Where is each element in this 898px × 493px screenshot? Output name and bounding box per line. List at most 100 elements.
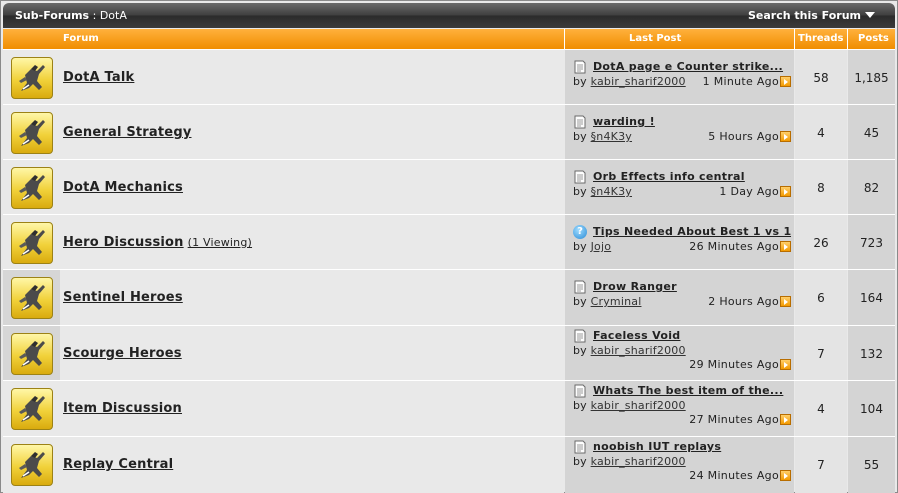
last-post-by: by Cryminal <box>573 295 641 308</box>
forum-title-link[interactable]: Replay Central <box>63 457 177 472</box>
last-post-author-line: by Jojo 26 Minutes Ago <box>573 240 791 254</box>
post-count: 45 <box>863 126 880 140</box>
posts-cell: 55 <box>848 437 895 493</box>
forum-title-cell: DotA Mechanics <box>60 160 564 215</box>
forum-status-icon[interactable] <box>11 277 53 319</box>
forum-status-icon[interactable] <box>11 167 53 209</box>
forum-title[interactable]: Replay Central <box>63 457 173 472</box>
last-post-user-link[interactable]: §n4K3y <box>591 185 632 198</box>
last-post-title-link[interactable]: Drow Ranger <box>593 280 677 293</box>
forum-status-icon[interactable] <box>11 444 53 486</box>
last-post-title-link[interactable]: warding ! <box>593 115 655 128</box>
last-post-by: by §n4K3y <box>573 185 632 198</box>
forum-title[interactable]: General Strategy <box>63 125 192 140</box>
forum-title-link[interactable]: Hero Discussion (1 Viewing) <box>63 235 252 250</box>
go-to-last-post-icon[interactable] <box>780 470 791 481</box>
last-post-title-link[interactable]: Faceless Void <box>593 329 680 342</box>
soldier-icon <box>19 65 45 91</box>
forum-title-link[interactable]: DotA Mechanics <box>63 180 187 195</box>
go-to-last-post-icon[interactable] <box>780 186 791 197</box>
forum-title[interactable]: Hero Discussion <box>63 235 184 250</box>
forum-title-cell: Scourge Heroes <box>60 326 564 381</box>
forum-title-cell: DotA Talk <box>60 50 564 105</box>
last-post-user-link[interactable]: kabir_sharif2000 <box>591 399 686 412</box>
forum-status-icon[interactable] <box>11 112 53 154</box>
last-post-by: by kabir_sharif2000 <box>573 399 686 412</box>
soldier-icon <box>19 341 45 367</box>
forum-title-cell: Item Discussion <box>60 381 564 437</box>
last-post-title-link[interactable]: Whats The best item of the... <box>593 384 783 397</box>
last-post-title-line: Whats The best item of the... <box>573 384 791 399</box>
posts-cell: 104 <box>848 381 895 437</box>
search-forum-button[interactable]: Search this Forum <box>748 9 875 22</box>
go-to-last-post-icon[interactable] <box>780 241 791 252</box>
last-post-time: 1 Minute Ago <box>702 75 779 88</box>
thread-count: 7 <box>817 347 825 361</box>
forum-status-icon[interactable] <box>11 388 53 430</box>
forum-row: Item Discussion Whats The best item of th… <box>3 380 895 437</box>
last-post-title-link[interactable]: Tips Needed About Best 1 vs 1 <box>593 225 791 238</box>
go-to-last-post-icon[interactable] <box>780 414 791 425</box>
column-header-threads: Threads <box>798 33 844 44</box>
forum-status-icon[interactable] <box>11 333 53 375</box>
forum-title-link[interactable]: General Strategy <box>63 125 196 140</box>
forum-icon-cell <box>3 270 60 326</box>
last-post-title-line: warding ! <box>573 115 791 130</box>
last-post-title-line: Orb Effects info central <box>573 170 791 185</box>
last-post-user-link[interactable]: Cryminal <box>591 295 642 308</box>
last-post-cell: Orb Effects info central by §n4K3y 1 Day A… <box>565 160 794 215</box>
posts-cell: 164 <box>848 270 895 326</box>
last-post-user-link[interactable]: Jojo <box>591 240 612 253</box>
threads-cell: 4 <box>795 105 847 160</box>
forum-title[interactable]: DotA Talk <box>63 70 134 85</box>
threads-cell: 8 <box>795 160 847 215</box>
forum-title-link[interactable]: DotA Talk <box>63 70 138 85</box>
go-to-last-post-icon[interactable] <box>780 131 791 142</box>
forum-title-link[interactable]: Scourge Heroes <box>63 346 186 361</box>
go-to-last-post-icon[interactable] <box>780 359 791 370</box>
soldier-icon <box>19 285 45 311</box>
dropdown-arrow-icon <box>865 12 875 18</box>
forum-status-icon[interactable] <box>11 222 53 264</box>
last-post-title-link[interactable]: DotA page e Counter strike... <box>593 60 783 73</box>
forum-row: DotA Mechanics Orb Effects info central by… <box>3 159 895 215</box>
forum-icon-cell <box>3 326 60 381</box>
last-post-user-link[interactable]: §n4K3y <box>591 130 632 143</box>
forum-title[interactable]: Sentinel Heroes <box>63 290 183 305</box>
column-header-row: Forum Last Post Threads Posts <box>3 29 895 49</box>
post-count: 1,185 <box>854 71 889 85</box>
go-to-last-post-icon[interactable] <box>780 76 791 87</box>
post-count: 82 <box>863 181 880 195</box>
post-count: 164 <box>860 291 883 305</box>
forum-title[interactable]: Item Discussion <box>63 401 182 416</box>
search-forum-label: Search this Forum <box>748 9 861 22</box>
last-post-cell: DotA page e Counter strike... by kabir_sh… <box>565 50 794 105</box>
last-post-time-line: 24 Minutes Ago <box>573 469 791 483</box>
breadcrumb-section: Sub-Forums <box>15 9 90 22</box>
forum-title-link[interactable]: Sentinel Heroes <box>63 290 187 305</box>
last-post-title-line: DotA page e Counter strike... <box>573 60 791 75</box>
go-to-last-post-icon[interactable] <box>780 296 791 307</box>
last-post-user-link[interactable]: kabir_sharif2000 <box>591 455 686 468</box>
subforum-header-bar: Sub-Forums : DotA Search this Forum <box>3 3 895 28</box>
last-post-title-link[interactable]: noobish IUT replays <box>593 440 721 453</box>
post-count: 723 <box>860 236 883 250</box>
thread-count: 7 <box>817 458 825 472</box>
forum-status-icon[interactable] <box>11 57 53 99</box>
posts-cell: 45 <box>848 105 895 160</box>
forum-title[interactable]: DotA Mechanics <box>63 180 183 195</box>
soldier-icon <box>19 452 45 478</box>
last-post-cell: warding ! by §n4K3y 5 Hours Ago <box>565 105 794 160</box>
forum-row: General Strategy warding ! by §n4K3y 5 Hour… <box>3 104 895 160</box>
last-post-user-link[interactable]: kabir_sharif2000 <box>591 75 686 88</box>
last-post-title-link[interactable]: Orb Effects info central <box>593 170 745 183</box>
last-post-user-link[interactable]: kabir_sharif2000 <box>591 344 686 357</box>
post-count: 104 <box>860 402 883 416</box>
forum-title-link[interactable]: Item Discussion <box>63 401 186 416</box>
forum-title[interactable]: Scourge Heroes <box>63 346 182 361</box>
by-label: by <box>573 130 587 143</box>
document-icon <box>574 115 586 129</box>
threads-cell: 58 <box>795 50 847 105</box>
last-post-title-line: noobish IUT replays <box>573 440 791 455</box>
breadcrumb-separator: : <box>92 9 97 22</box>
